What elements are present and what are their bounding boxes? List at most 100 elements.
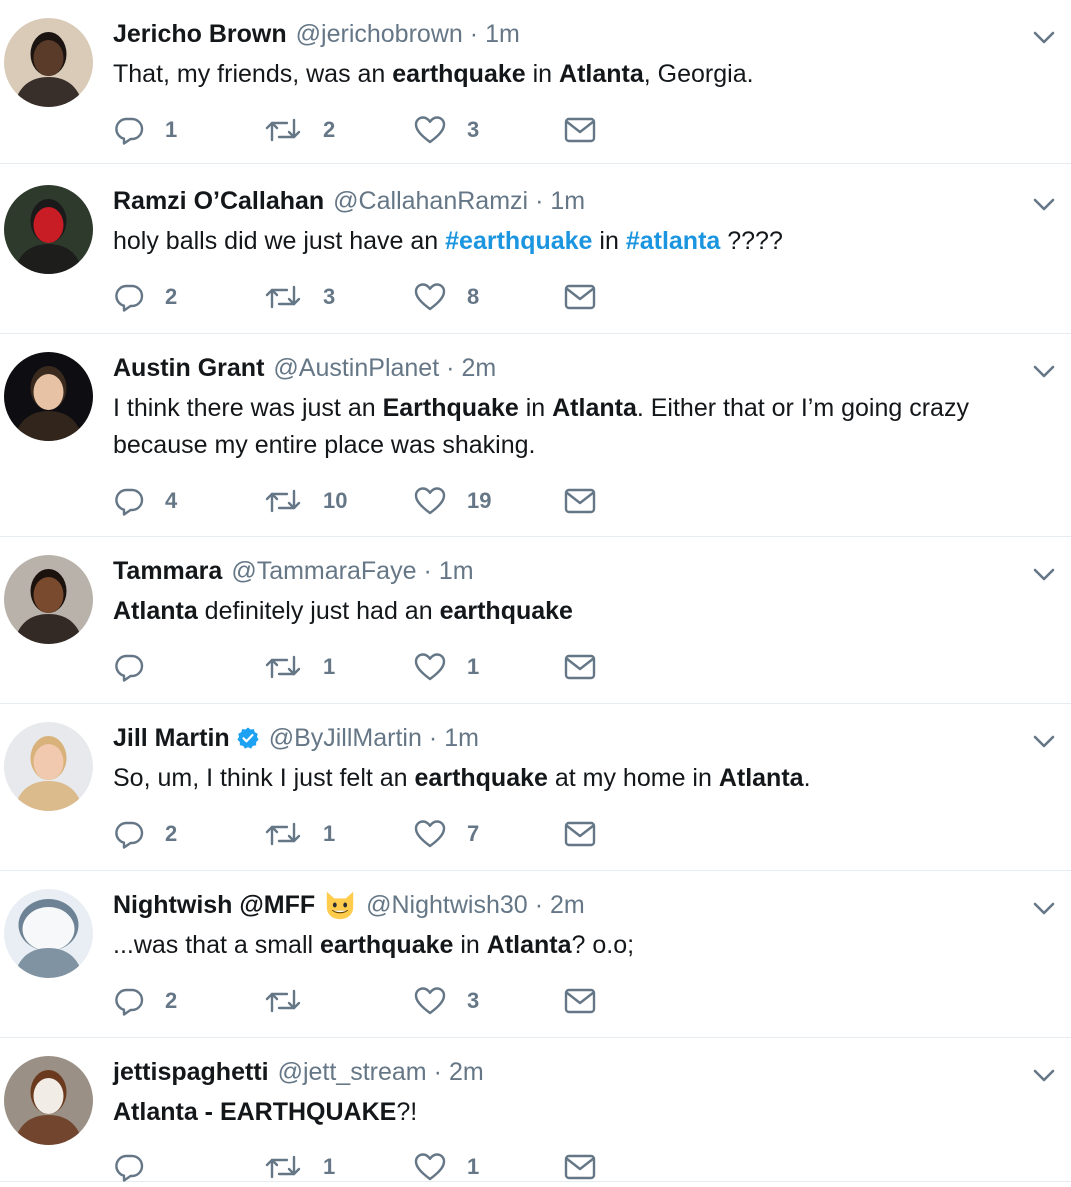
display-name[interactable]: Jericho Brown bbox=[113, 18, 287, 50]
tweet[interactable]: jettispaghetti @jett_stream · 2m Atlanta - E… bbox=[0, 1038, 1071, 1182]
direct-message-button[interactable] bbox=[563, 981, 597, 1021]
display-name[interactable]: Austin Grant bbox=[113, 352, 264, 384]
chevron-down-icon[interactable] bbox=[1031, 895, 1057, 921]
retweet-button[interactable]: 10 bbox=[263, 481, 347, 521]
chevron-down-icon[interactable] bbox=[1031, 561, 1057, 587]
text-segment: I think there was just an bbox=[113, 394, 383, 422]
hashtag-link[interactable]: #atlanta bbox=[626, 227, 720, 255]
separator-dot: · bbox=[428, 724, 438, 752]
chevron-down-icon[interactable] bbox=[1031, 728, 1057, 754]
reply-button[interactable] bbox=[113, 1147, 165, 1187]
direct-message-button[interactable] bbox=[563, 1147, 597, 1187]
timestamp[interactable]: 2m bbox=[461, 352, 496, 384]
tweet-feed: Jericho Brown @jerichobrown · 1m That, my fr… bbox=[0, 0, 1071, 1182]
display-name[interactable]: Nightwish @MFF bbox=[113, 889, 315, 921]
reply-icon bbox=[115, 821, 144, 849]
text-segment: , Georgia. bbox=[643, 60, 754, 88]
reply-button[interactable]: 1 bbox=[113, 110, 177, 150]
tweet-text: I think there was just an Earthquake in … bbox=[113, 390, 1043, 464]
envelope-icon bbox=[564, 117, 596, 143]
chevron-down-icon[interactable] bbox=[1031, 358, 1057, 384]
timestamp[interactable]: 1m bbox=[485, 18, 520, 50]
retweet-count: 3 bbox=[323, 284, 336, 309]
tweet[interactable]: Ramzi O’Callahan @CallahanRamzi · 1m holy ba… bbox=[0, 167, 1071, 334]
retweet-button[interactable]: 1 bbox=[263, 1147, 335, 1187]
like-button[interactable]: 19 bbox=[413, 481, 491, 521]
direct-message-button[interactable] bbox=[563, 277, 597, 317]
text-segment: So, um, I think I just felt an bbox=[113, 764, 415, 792]
avatar[interactable] bbox=[4, 352, 93, 441]
display-name[interactable]: Tammara bbox=[113, 555, 222, 587]
direct-message-button[interactable] bbox=[563, 481, 597, 521]
tweet-text: Atlanta - EARTHQUAKE?! bbox=[113, 1094, 1043, 1131]
user-handle[interactable]: @Nightwish30 bbox=[366, 889, 528, 921]
like-button[interactable]: 3 bbox=[413, 981, 479, 1021]
retweet-button[interactable]: 3 bbox=[263, 277, 335, 317]
display-name[interactable]: Ramzi O’Callahan bbox=[113, 185, 324, 217]
reply-button[interactable]: 2 bbox=[113, 981, 177, 1021]
chevron-down-icon[interactable] bbox=[1031, 191, 1057, 217]
reply-button[interactable] bbox=[113, 647, 165, 687]
retweet-button[interactable] bbox=[263, 981, 323, 1021]
reply-button[interactable]: 4 bbox=[113, 481, 177, 521]
text-segment: holy balls did we just have an bbox=[113, 227, 446, 255]
user-handle[interactable]: @TammaraFaye bbox=[231, 555, 416, 587]
avatar-image bbox=[4, 352, 93, 441]
direct-message-button[interactable] bbox=[563, 647, 597, 687]
tweet-header: Jericho Brown @jerichobrown · 1m bbox=[113, 18, 520, 50]
tweet[interactable]: Nightwish @MFF @Nightwish30 · 2m ...was that… bbox=[0, 871, 1071, 1038]
tweet[interactable]: Tammara @TammaraFaye · 1m Atlanta definitely… bbox=[0, 537, 1071, 704]
hashtag-link[interactable]: #earthquake bbox=[445, 227, 592, 255]
retweet-button[interactable]: 1 bbox=[263, 647, 335, 687]
avatar[interactable] bbox=[4, 722, 93, 811]
reply-count: 2 bbox=[165, 284, 178, 309]
avatar[interactable] bbox=[4, 185, 93, 274]
avatar-image bbox=[4, 1056, 93, 1145]
tweet[interactable]: Austin Grant @AustinPlanet · 2m I think ther… bbox=[0, 334, 1071, 537]
text-segment: definitely just had an bbox=[197, 597, 440, 625]
text-segment: ? o.o; bbox=[571, 931, 635, 959]
user-handle[interactable]: @AustinPlanet bbox=[273, 352, 439, 384]
timestamp[interactable]: 2m bbox=[449, 1056, 484, 1088]
retweet-count: 1 bbox=[323, 654, 336, 679]
retweet-count: 1 bbox=[323, 821, 336, 846]
retweet-button[interactable]: 1 bbox=[263, 814, 335, 854]
timestamp[interactable]: 2m bbox=[550, 889, 585, 921]
like-button[interactable]: 3 bbox=[413, 110, 479, 150]
direct-message-button[interactable] bbox=[563, 110, 597, 150]
retweet-button[interactable]: 2 bbox=[263, 110, 335, 150]
chevron-down-icon[interactable] bbox=[1031, 24, 1057, 50]
avatar[interactable] bbox=[4, 18, 93, 107]
highlighted-term: earthquake bbox=[320, 931, 454, 959]
direct-message-button[interactable] bbox=[563, 814, 597, 854]
like-count: 7 bbox=[467, 821, 480, 846]
retweet-count: 2 bbox=[323, 117, 336, 142]
user-handle[interactable]: @jerichobrown bbox=[296, 18, 463, 50]
avatar[interactable] bbox=[4, 555, 93, 644]
user-handle[interactable]: @ByJillMartin bbox=[269, 722, 422, 754]
display-name[interactable]: jettispaghetti bbox=[113, 1056, 269, 1088]
heart-icon bbox=[414, 116, 446, 144]
user-handle[interactable]: @CallahanRamzi bbox=[333, 185, 528, 217]
avatar[interactable] bbox=[4, 889, 93, 978]
like-button[interactable]: 1 bbox=[413, 1147, 479, 1187]
timestamp[interactable]: 1m bbox=[550, 185, 585, 217]
text-segment: ?! bbox=[396, 1098, 418, 1126]
tweet[interactable]: Jill Martin @ByJillMartin · 1m So, um, I thi… bbox=[0, 704, 1071, 871]
timestamp[interactable]: 1m bbox=[444, 722, 479, 754]
display-name[interactable]: Jill Martin bbox=[113, 722, 230, 754]
reply-button[interactable]: 2 bbox=[113, 814, 177, 854]
like-button[interactable]: 8 bbox=[413, 277, 479, 317]
envelope-icon bbox=[564, 821, 596, 847]
timestamp[interactable]: 1m bbox=[439, 555, 474, 587]
chevron-down-icon[interactable] bbox=[1031, 1062, 1057, 1088]
reply-button[interactable]: 2 bbox=[113, 277, 177, 317]
reply-count: 2 bbox=[165, 988, 178, 1013]
tweet[interactable]: Jericho Brown @jerichobrown · 1m That, my fr… bbox=[0, 0, 1071, 164]
tweet-actions: 2 3 8 bbox=[113, 277, 633, 317]
like-count: 19 bbox=[467, 488, 492, 513]
avatar[interactable] bbox=[4, 1056, 93, 1145]
like-button[interactable]: 1 bbox=[413, 647, 479, 687]
like-button[interactable]: 7 bbox=[413, 814, 479, 854]
user-handle[interactable]: @jett_stream bbox=[278, 1056, 427, 1088]
